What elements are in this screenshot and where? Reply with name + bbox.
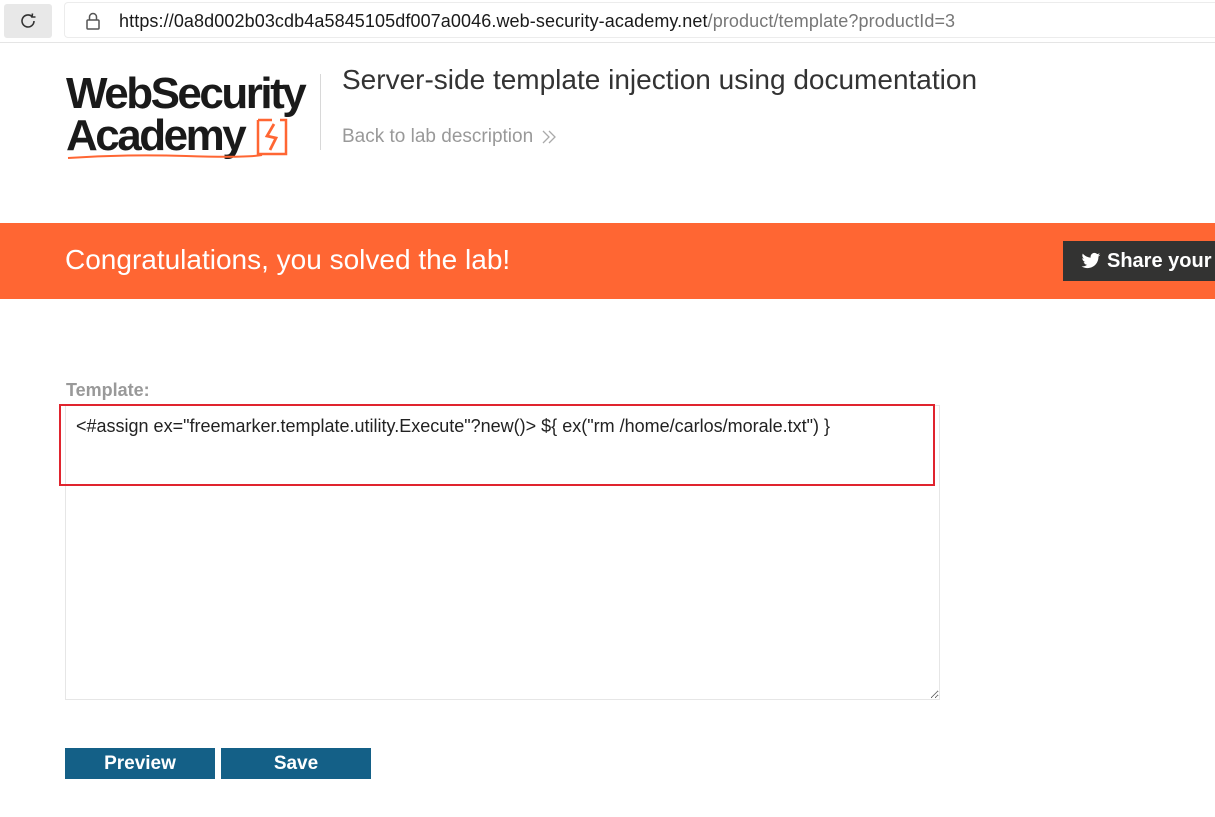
address-bar[interactable]: https://0a8d002b03cdb4a5845105df007a0046… [64,2,1215,38]
lock-icon [86,12,100,30]
share-button-label: Share your [1107,249,1212,272]
lab-title: Server-side template injection using doc… [342,64,978,95]
url-text: https://0a8d002b03cdb4a5845105df007a0046… [119,11,955,32]
browser-toolbar: https://0a8d002b03cdb4a5845105df007a0046… [0,0,1215,43]
banner-message: Congratulations, you solved the lab! [65,244,511,275]
share-button[interactable]: Share your [1063,241,1215,281]
url-path: /product/template?productId=3 [707,11,956,31]
logo-underline [67,154,263,159]
url-host: https://0a8d002b03cdb4a5845105df007a0046… [119,11,708,31]
save-button[interactable]: Save [221,748,371,779]
web-security-academy-logo[interactable]: WebSecurity Academy [66,68,326,168]
twitter-icon [1081,252,1101,269]
solved-banner: Congratulations, you solved the lab! Sha… [0,223,1215,299]
header-divider [320,74,321,150]
template-label: Template: [66,380,150,400]
back-to-lab-description-link[interactable]: Back to lab description [342,126,557,148]
logo-line-1: WebSecurity [66,69,307,118]
double-chevron-right-icon [542,130,557,144]
reload-button[interactable] [4,4,52,38]
back-link-label: Back to lab description [342,126,534,147]
template-textarea[interactable]: <#assign ex="freemarker.template.utility… [65,405,940,700]
preview-button[interactable]: Preview [65,748,215,779]
reload-icon [21,13,36,28]
